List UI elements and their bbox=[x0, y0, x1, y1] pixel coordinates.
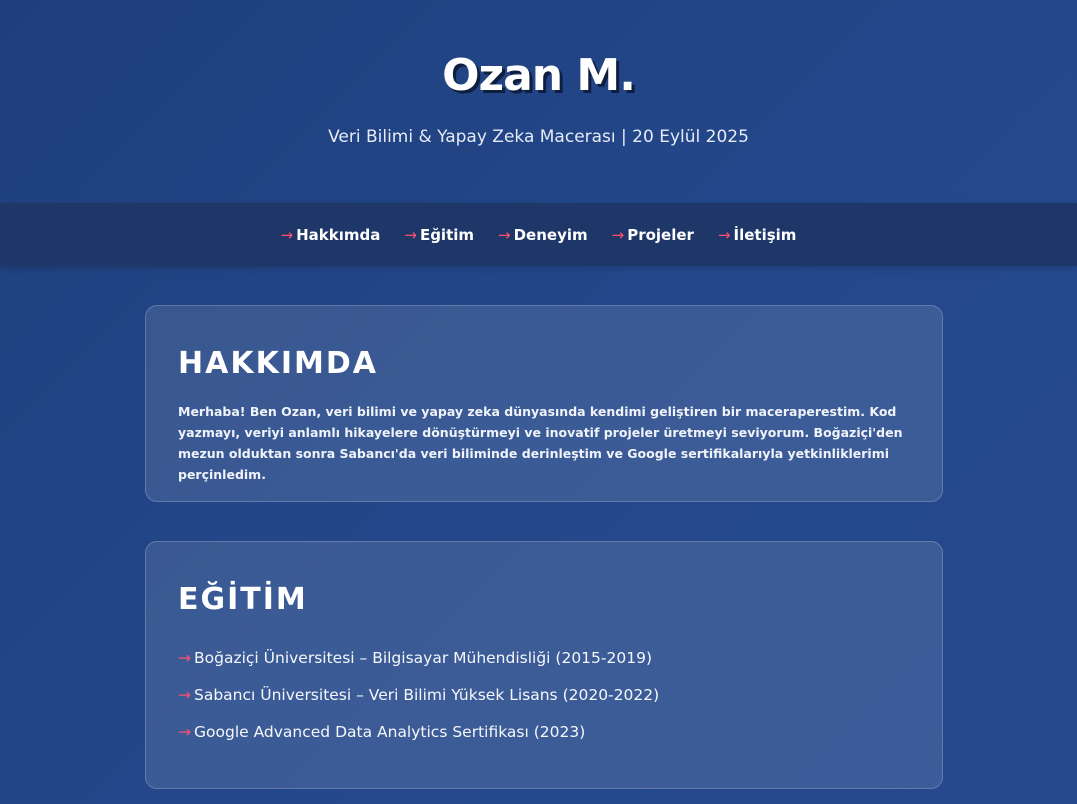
nav-link-label: İletişim bbox=[733, 225, 797, 244]
arrow-right-icon: → bbox=[280, 225, 294, 244]
page-title: Ozan M. bbox=[442, 50, 636, 101]
list-item: → Boğaziçi Üniversitesi – Bilgisayar Müh… bbox=[178, 639, 910, 676]
nav-link-label: Eğitim bbox=[419, 225, 475, 244]
nav-link-hakkimda[interactable]: → Hakkımda bbox=[281, 226, 381, 244]
education-list: → Boğaziçi Üniversitesi – Bilgisayar Müh… bbox=[178, 639, 910, 750]
arrow-right-icon: → bbox=[404, 225, 417, 244]
arrow-right-icon: → bbox=[178, 722, 191, 741]
main-navigation: → Hakkımda → Eğitim → Deneyim → Projeler… bbox=[0, 203, 1077, 266]
education-item-label: Sabancı Üniversitesi – Veri Bilimi Yükse… bbox=[194, 685, 660, 704]
list-item: → Sabancı Üniversitesi – Veri Bilimi Yük… bbox=[178, 676, 910, 713]
arrow-right-icon: → bbox=[611, 225, 625, 244]
arrow-right-icon: → bbox=[178, 685, 191, 704]
education-title: EĞİTİM bbox=[178, 582, 308, 617]
hero-subtitle: Veri Bilimi & Yapay Zeka Macerası | 20 E… bbox=[328, 127, 749, 147]
hero-header: Ozan M. Veri Bilimi & Yapay Zeka Maceras… bbox=[0, 0, 1077, 203]
arrow-right-icon: → bbox=[498, 225, 511, 244]
education-section: EĞİTİM → Boğaziçi Üniversitesi – Bilgisa… bbox=[145, 541, 943, 789]
nav-link-deneyim[interactable]: → Deneyim bbox=[498, 226, 588, 244]
nav-link-egitim[interactable]: → Eğitim bbox=[404, 226, 474, 244]
about-text: Merhaba! Ben Ozan, veri bilimi ve yapay … bbox=[178, 404, 903, 482]
education-item-label: Google Advanced Data Analytics Sertifika… bbox=[194, 722, 586, 741]
nav-link-label: Deneyim bbox=[513, 225, 588, 244]
arrow-right-icon: → bbox=[178, 648, 191, 667]
education-item-label: Boğaziçi Üniversitesi – Bilgisayar Mühen… bbox=[194, 648, 652, 667]
nav-link-label: Hakkımda bbox=[296, 225, 381, 244]
arrow-right-icon: → bbox=[717, 225, 731, 244]
about-section: HAKKIMDA Merhaba! Ben Ozan, veri bilimi … bbox=[145, 305, 943, 502]
nav-link-projeler[interactable]: → Projeler bbox=[612, 226, 694, 244]
about-title: HAKKIMDA bbox=[178, 346, 378, 381]
nav-link-iletisim[interactable]: → İletişim bbox=[718, 226, 797, 244]
nav-link-label: Projeler bbox=[627, 225, 694, 244]
list-item: → Google Advanced Data Analytics Sertifi… bbox=[178, 713, 910, 750]
